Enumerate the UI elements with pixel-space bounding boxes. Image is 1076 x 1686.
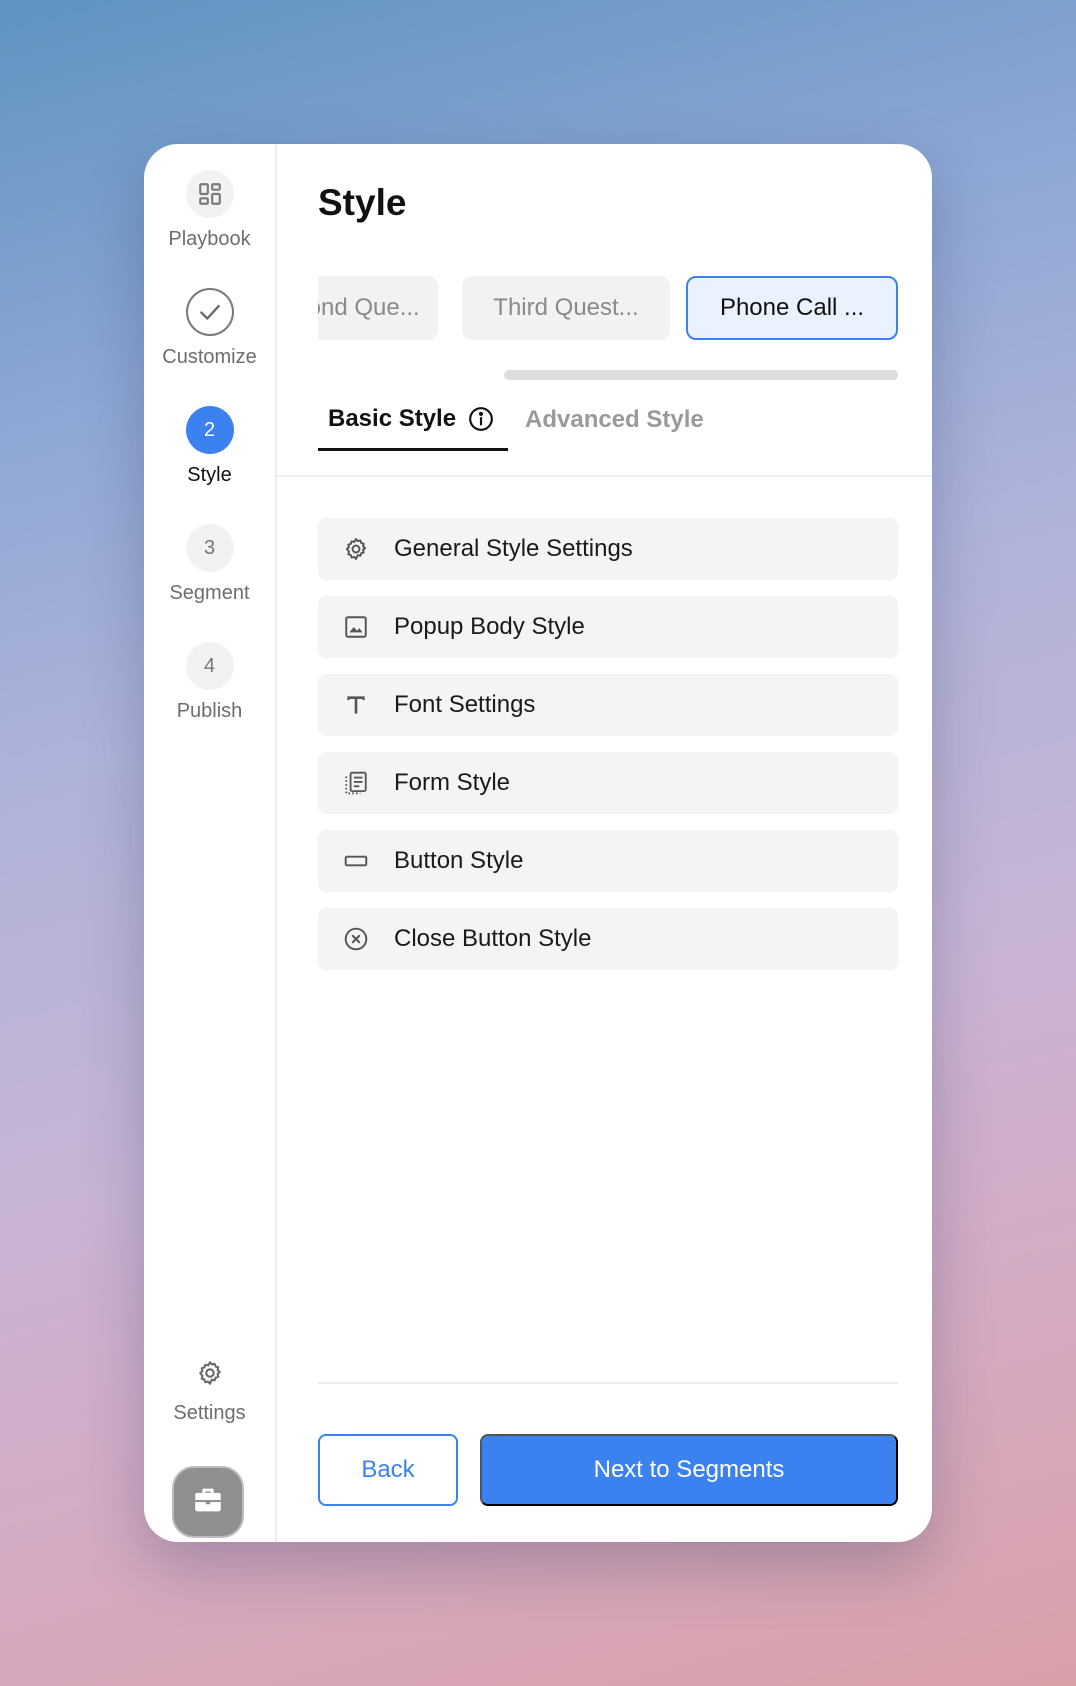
gear-icon bbox=[196, 1359, 224, 1392]
font-settings-item[interactable]: Font Settings bbox=[318, 674, 898, 736]
image-icon bbox=[342, 613, 370, 641]
footer-divider bbox=[318, 1382, 898, 1384]
tab-basic-style-label: Basic Style bbox=[328, 404, 457, 432]
menu-item-label: General Style Settings bbox=[394, 535, 633, 562]
next-to-segments-button[interactable]: Next to Segments bbox=[480, 1434, 898, 1506]
step-number-publish: 4 bbox=[185, 642, 234, 690]
menu-item-label: Form Style bbox=[394, 769, 511, 796]
tab-label: Third Quest... bbox=[493, 294, 639, 321]
tab-label: Second Que... bbox=[318, 294, 420, 321]
question-tabs: Second Que... Third Quest... Phone Call … bbox=[318, 276, 898, 342]
toolkit-button[interactable] bbox=[172, 1466, 244, 1538]
step-style[interactable]: 2 Style bbox=[144, 406, 275, 487]
settings-label: Settings bbox=[173, 1402, 246, 1424]
tab-phone-call[interactable]: Phone Call ... bbox=[686, 276, 898, 340]
menu-item-label: Popup Body Style bbox=[394, 613, 585, 640]
step-label-playbook: Playbook bbox=[168, 228, 251, 250]
button-style-item[interactable]: Button Style bbox=[318, 830, 898, 892]
tab-basic-style[interactable]: Basic Style bbox=[318, 389, 508, 451]
step-label-publish: Publish bbox=[176, 700, 243, 722]
step-customize[interactable]: Customize bbox=[144, 288, 275, 369]
step-number-segment: 3 bbox=[185, 524, 234, 572]
step-label-customize: Customize bbox=[162, 346, 257, 368]
button-icon bbox=[342, 847, 370, 875]
horizontal-scrollbar[interactable] bbox=[504, 370, 898, 380]
steps-sidebar: Playbook Customize 2 Style 3 Segment 4 P… bbox=[144, 144, 277, 1542]
close-circle-icon bbox=[342, 925, 370, 953]
step-label-segment: Segment bbox=[169, 582, 250, 604]
step-label-style: Style bbox=[187, 464, 232, 486]
close-button-style-item[interactable]: Close Button Style bbox=[318, 908, 898, 970]
tab-advanced-style-label: Advanced Style bbox=[525, 406, 704, 433]
menu-item-label: Close Button Style bbox=[394, 925, 592, 952]
tab-second-question[interactable]: Second Que... bbox=[318, 276, 438, 340]
menu-item-label: Button Style bbox=[394, 847, 524, 874]
gear-icon bbox=[342, 535, 370, 563]
menu-item-label: Font Settings bbox=[394, 691, 536, 718]
tabs-divider bbox=[277, 475, 932, 477]
settings-button[interactable]: Settings bbox=[144, 1359, 275, 1425]
form-style-item[interactable]: Form Style bbox=[318, 752, 898, 814]
style-tabs: Basic Style Advanced Style bbox=[318, 389, 714, 451]
style-panel: Playbook Customize 2 Style 3 Segment 4 P… bbox=[144, 144, 932, 1542]
step-segment[interactable]: 3 Segment bbox=[144, 524, 275, 605]
step-number-style: 2 bbox=[185, 406, 234, 454]
popup-body-style-item[interactable]: Popup Body Style bbox=[318, 596, 898, 658]
back-button[interactable]: Back bbox=[318, 1434, 458, 1506]
main-content: Style Second Que... Third Quest... Phone… bbox=[277, 144, 932, 1542]
text-icon bbox=[342, 691, 370, 719]
tab-label: Phone Call ... bbox=[719, 294, 865, 321]
tab-third-question[interactable]: Third Quest... bbox=[462, 276, 670, 340]
info-icon[interactable] bbox=[468, 406, 494, 432]
general-style-settings-item[interactable]: General Style Settings bbox=[318, 518, 898, 580]
briefcase-icon bbox=[191, 1483, 225, 1522]
form-icon bbox=[342, 769, 370, 797]
step-playbook[interactable]: Playbook bbox=[144, 170, 275, 251]
check-icon bbox=[185, 288, 234, 336]
step-publish[interactable]: 4 Publish bbox=[144, 642, 275, 723]
page-title: Style bbox=[318, 182, 407, 223]
tab-advanced-style[interactable]: Advanced Style bbox=[525, 389, 714, 451]
style-menu: General Style Settings Popup Body Style bbox=[318, 518, 898, 986]
dashboard-icon bbox=[185, 170, 234, 218]
